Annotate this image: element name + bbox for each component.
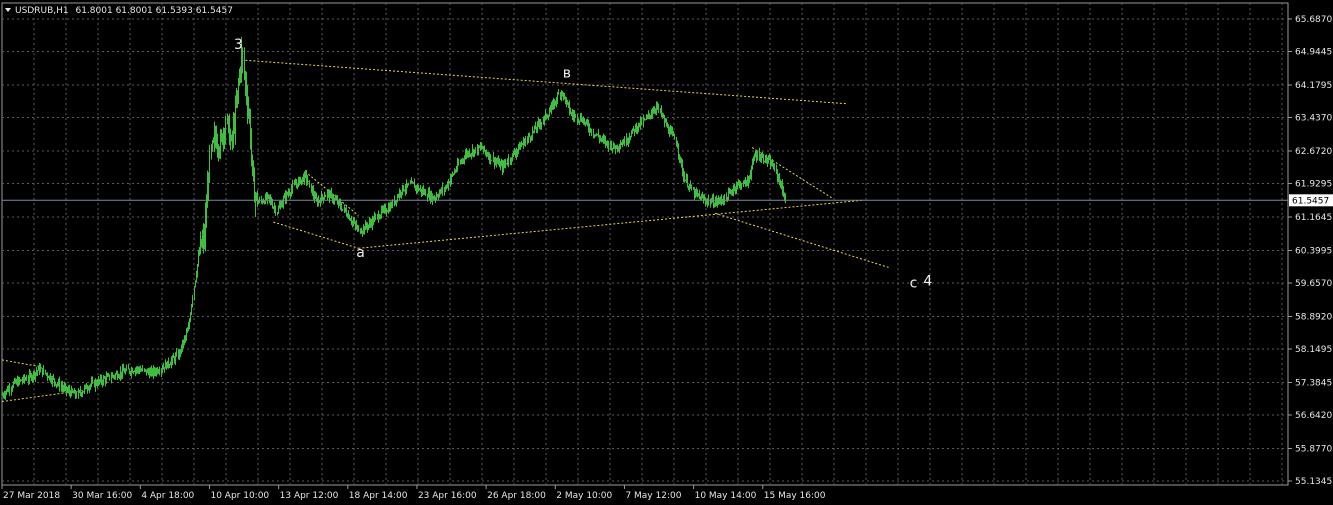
y-tick-label: 64.1795 [1295,81,1332,91]
y-tick-label: 57.3845 [1295,378,1332,388]
trendline [273,221,359,249]
x-tick-label: 10 May 14:00 [695,491,757,501]
chart-title: USDRUB,H1 61.8001 61.8001 61.5393 61.545… [15,6,233,16]
y-tick-label: 58.1495 [1295,345,1332,355]
grid [1,2,1289,486]
wave-label: c [910,276,918,292]
y-tick-label: 55.1345 [1295,477,1332,487]
y-tick-label: 64.9445 [1295,48,1332,58]
axes: 65.6870 64.9445 64.1795 63.4370 62.6720 61.92… [1,15,1332,501]
y-tick-label: 63.4370 [1295,114,1332,124]
price-chart[interactable]: 61.5457 3 a в c4 65.6870 64.9445 64.1795 63.43… [0,0,1333,505]
y-tick-label: 62.6720 [1295,147,1332,157]
trendline [714,212,891,269]
y-tick-label: 58.8920 [1295,312,1332,322]
wave-labels: 3 a в c 4 [234,37,932,292]
ohlc-values: 61.8001 61.8001 61.5393 61.5457 [75,6,232,16]
wave-label: 3 [234,37,243,53]
x-tick-label: 7 May 12:00 [625,491,681,501]
current-price-line: 61.5457 [2,194,1333,207]
y-tick-label: 65.6870 [1295,15,1332,25]
trendline [241,59,848,105]
x-tick-label: 30 Mar 16:00 [72,491,132,501]
y-tick-label: 60.3995 [1295,246,1332,256]
x-tick-label: 27 Mar 2018 [3,491,60,501]
x-tick-label: 26 Apr 18:00 [487,491,546,501]
x-tick-label: 10 Apr 10:00 [210,491,269,501]
trendlines[interactable] [1,59,891,403]
triangle-down-icon[interactable] [5,8,11,12]
x-tick-label: 23 Apr 16:00 [418,491,477,501]
x-tick-label: 4 Apr 18:00 [141,491,194,501]
wave-label: в [563,66,571,82]
trendline [751,147,833,199]
x-tick-label: 13 Apr 12:00 [280,491,339,501]
y-tick-label: 59.6570 [1295,279,1332,289]
symbol-label: USDRUB,H1 [15,6,69,16]
trendline [358,199,864,249]
x-tick-label: 15 May 16:00 [764,491,826,501]
y-tick-label: 56.6420 [1295,411,1332,421]
y-tick-label: 61.1645 [1295,213,1332,223]
y-tick-label: 61.9295 [1295,180,1332,190]
x-tick-label: 2 May 10:00 [556,491,612,501]
current-price-label: 61.5457 [1292,196,1329,206]
wave-label: 4 [923,273,932,289]
plot-frame [1,2,1289,486]
x-tick-label: 18 Apr 14:00 [349,491,408,501]
wave-label: a [356,245,365,261]
chart-header: USDRUB,H1 61.8001 61.8001 61.5393 61.545… [5,6,233,16]
chart-canvas[interactable]: 61.5457 3 a в c 4 65.6870 64.9445 64.1795 63.43… [0,0,1333,505]
price-bars [2,37,786,401]
y-tick-label: 55.8770 [1295,444,1332,454]
